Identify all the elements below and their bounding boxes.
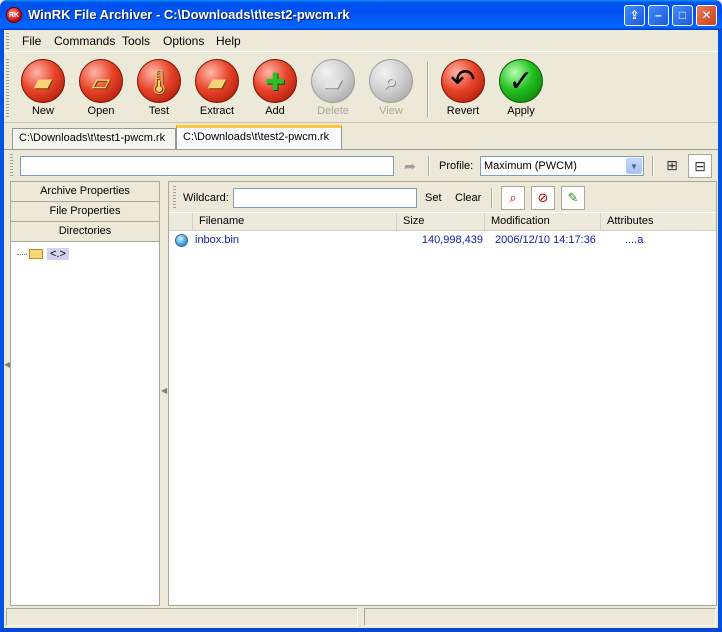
flat-view-icon[interactable]: ⊟ bbox=[688, 154, 712, 178]
open-button[interactable]: ▱ Open bbox=[72, 59, 130, 119]
pathbar-separator bbox=[428, 156, 430, 176]
toolbar-separator bbox=[427, 61, 429, 117]
pathbar-grip[interactable] bbox=[10, 154, 13, 176]
toolbar-grip[interactable] bbox=[6, 59, 9, 117]
menu-commands[interactable]: Commands bbox=[54, 34, 115, 48]
cell-modification: 2006/12/10 14:17:36 bbox=[495, 234, 596, 246]
clear-button[interactable]: Clear bbox=[455, 192, 481, 204]
menu-help[interactable]: Help bbox=[216, 34, 241, 48]
select-magnifier-icon[interactable]: ⌕ bbox=[501, 186, 525, 210]
view-button[interactable]: ⌕ View bbox=[362, 59, 420, 119]
extract-label: Extract bbox=[199, 105, 235, 117]
left-pane: Archive Properties File Properties Direc… bbox=[10, 181, 160, 606]
menu-grip[interactable] bbox=[6, 33, 9, 49]
help-button[interactable]: ⇪ bbox=[624, 5, 645, 26]
add-button[interactable]: ✚ Add bbox=[246, 59, 304, 119]
apply-label: Apply bbox=[507, 105, 535, 117]
close-button[interactable]: ✕ bbox=[696, 5, 717, 26]
add-label: Add bbox=[265, 105, 285, 117]
tree-connector bbox=[17, 253, 27, 255]
cell-attributes: ....a bbox=[625, 234, 644, 246]
window-title: WinRK File Archiver - C:\Downloads\t\tes… bbox=[28, 7, 350, 22]
extract-icon: ▰ bbox=[195, 59, 239, 103]
profile-select[interactable]: Maximum (PWCM) ▼ bbox=[480, 156, 644, 176]
minimize-button[interactable]: – bbox=[648, 5, 669, 26]
main-toolbar: ▰ New ▱ Open 🌡 Test ▰ Extract ✚ Add ▰ De… bbox=[4, 53, 718, 123]
pane-splitter[interactable]: ◀ bbox=[160, 181, 168, 606]
wildcard-separator bbox=[491, 188, 493, 208]
invert-selection-icon[interactable]: ✎ bbox=[561, 186, 585, 210]
folder-icon bbox=[29, 249, 43, 260]
maximize-button[interactable]: □ bbox=[672, 5, 693, 26]
apply-button[interactable]: ✓ Apply bbox=[492, 59, 550, 119]
app-window: RK WinRK File Archiver - C:\Downloads\t\… bbox=[0, 0, 722, 632]
new-button[interactable]: ▰ New bbox=[14, 59, 72, 119]
path-toolbar: ➦ Profile: Maximum (PWCM) ▼ ⊞ ⊟ bbox=[4, 150, 718, 180]
status-panel-left bbox=[6, 608, 358, 626]
menu-tools[interactable]: Tools bbox=[122, 34, 150, 48]
extract-button[interactable]: ▰ Extract bbox=[188, 59, 246, 119]
revert-label: Revert bbox=[446, 105, 480, 117]
magnifier-icon: ⌕ bbox=[369, 59, 413, 103]
pathbar-separator-2 bbox=[652, 156, 654, 176]
tree-item-label: <.> bbox=[47, 248, 69, 260]
new-icon: ▰ bbox=[21, 59, 65, 103]
column-size[interactable]: Size bbox=[397, 213, 485, 231]
wildcard-input[interactable] bbox=[233, 188, 417, 208]
column-modification[interactable]: Modification bbox=[485, 213, 601, 231]
profile-label: Profile: bbox=[439, 160, 474, 172]
wildcard-label: Wildcard: bbox=[183, 192, 229, 204]
app-icon[interactable]: RK bbox=[6, 7, 22, 23]
column-icon-header[interactable] bbox=[169, 213, 193, 231]
test-label: Test bbox=[148, 105, 170, 117]
cell-filename: inbox.bin bbox=[195, 234, 240, 246]
thermometer-icon: 🌡 bbox=[137, 59, 181, 103]
splitter-arrow-icon[interactable]: ◀ bbox=[161, 386, 167, 395]
directories-header[interactable]: Directories bbox=[11, 222, 159, 242]
profile-value: Maximum (PWCM) bbox=[484, 160, 577, 172]
menu-bar: File Commands Tools Options Help bbox=[4, 30, 718, 52]
file-icon bbox=[175, 234, 188, 247]
new-label: New bbox=[31, 105, 54, 117]
tree-item-root[interactable]: <.> bbox=[17, 248, 69, 264]
title-bar[interactable]: RK WinRK File Archiver - C:\Downloads\t\… bbox=[0, 0, 722, 30]
go-folder-icon[interactable]: ➦ bbox=[400, 158, 420, 174]
column-filename[interactable]: Filename bbox=[193, 213, 397, 231]
delete-label: Delete bbox=[317, 105, 349, 117]
status-panel-right bbox=[364, 608, 716, 626]
menu-file[interactable]: File bbox=[22, 34, 41, 48]
delete-icon: ▰ bbox=[311, 59, 355, 103]
set-button[interactable]: Set bbox=[425, 192, 442, 204]
test-button[interactable]: 🌡 Test bbox=[130, 59, 188, 119]
file-list-header: Filename Size Modification Attributes bbox=[169, 213, 716, 231]
wildcard-grip[interactable] bbox=[173, 186, 176, 208]
path-input[interactable] bbox=[20, 156, 394, 176]
cell-size: 140,998,439 bbox=[421, 234, 483, 246]
archive-properties-header[interactable]: Archive Properties bbox=[11, 182, 159, 202]
chevron-down-icon[interactable]: ▼ bbox=[626, 158, 642, 174]
tree-view-icon[interactable]: ⊞ bbox=[660, 154, 684, 178]
file-list: Filename Size Modification Attributes in… bbox=[169, 213, 716, 605]
menu-options[interactable]: Options bbox=[163, 34, 204, 48]
column-attributes[interactable]: Attributes bbox=[601, 213, 716, 231]
table-row[interactable]: inbox.bin 140,998,439 2006/12/10 14:17:3… bbox=[169, 233, 716, 249]
open-icon: ▱ bbox=[79, 59, 123, 103]
right-pane: Wildcard: Set Clear ⌕ ⊘ ✎ Filename Size … bbox=[168, 181, 717, 606]
open-label: Open bbox=[87, 105, 115, 117]
add-icon: ✚ bbox=[253, 59, 297, 103]
tab-test1-archive[interactable]: C:\Downloads\t\test1-pwcm.rk bbox=[12, 128, 176, 149]
tab-test2-archive[interactable]: C:\Downloads\t\test2-pwcm.rk bbox=[176, 125, 342, 149]
delete-button[interactable]: ▰ Delete bbox=[304, 59, 362, 119]
revert-button[interactable]: ↶ Revert bbox=[434, 59, 492, 119]
view-label: View bbox=[379, 105, 403, 117]
undo-arrow-icon: ↶ bbox=[441, 59, 485, 103]
checkmark-icon: ✓ bbox=[499, 59, 543, 103]
wildcard-toolbar: Wildcard: Set Clear ⌕ ⊘ ✎ bbox=[169, 182, 716, 212]
deselect-magnifier-icon[interactable]: ⊘ bbox=[531, 186, 555, 210]
status-bar bbox=[4, 607, 718, 628]
client-area: File Commands Tools Options Help ▰ New ▱… bbox=[4, 30, 718, 628]
archive-tabs: C:\Downloads\t\test1-pwcm.rk C:\Download… bbox=[4, 124, 718, 150]
file-properties-header[interactable]: File Properties bbox=[11, 202, 159, 222]
window-frame-bottom[interactable] bbox=[0, 628, 722, 632]
